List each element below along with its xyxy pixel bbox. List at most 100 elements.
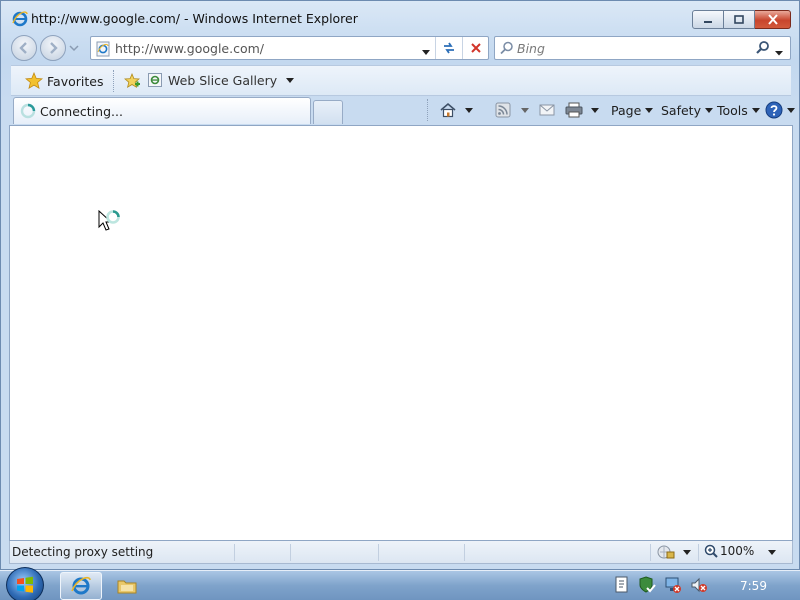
add-to-favorites-bar-button[interactable] bbox=[123, 72, 141, 90]
tab-active[interactable]: Connecting... bbox=[13, 97, 311, 124]
action-center-icon[interactable] bbox=[614, 576, 630, 597]
security-zone-button[interactable] bbox=[657, 544, 691, 560]
busy-spinner-icon bbox=[20, 103, 36, 122]
add-favorite-icon bbox=[123, 72, 141, 89]
tools-menu-label: Tools bbox=[717, 102, 748, 118]
maximize-icon bbox=[734, 14, 744, 24]
title-bar[interactable]: http://www.google.com/ - Windows Interne… bbox=[1, 1, 799, 35]
chevron-down-icon bbox=[591, 107, 599, 113]
forward-icon bbox=[50, 42, 58, 54]
web-slice-icon bbox=[148, 73, 162, 87]
ie-icon bbox=[71, 576, 91, 595]
refresh-icon bbox=[443, 42, 454, 54]
search-box[interactable] bbox=[494, 36, 791, 60]
status-separator bbox=[464, 544, 465, 561]
back-button[interactable] bbox=[11, 35, 37, 61]
network-icon[interactable] bbox=[664, 576, 682, 597]
mail-icon bbox=[539, 104, 555, 116]
help-icon bbox=[765, 101, 783, 119]
zone-icon bbox=[657, 545, 675, 559]
busy-cursor-icon bbox=[98, 209, 124, 241]
chevron-down-icon bbox=[704, 107, 713, 113]
address-bar[interactable]: http://www.google.com/ bbox=[90, 36, 489, 60]
status-text: Detecting proxy setting bbox=[12, 545, 154, 559]
taskbar-windows-explorer[interactable] bbox=[106, 572, 148, 600]
chevron-down-icon bbox=[751, 107, 760, 113]
start-button[interactable] bbox=[6, 567, 44, 600]
window-title: http://www.google.com/ - Windows Interne… bbox=[31, 11, 358, 26]
chevron-down-icon bbox=[683, 549, 691, 555]
zoom-button[interactable]: 100% bbox=[704, 544, 754, 558]
safety-menu-label: Safety bbox=[661, 102, 701, 118]
caption-buttons bbox=[692, 10, 791, 29]
favorites-label: Favorites bbox=[47, 73, 104, 89]
security-shield-icon[interactable] bbox=[638, 575, 656, 597]
print-button[interactable] bbox=[565, 99, 599, 121]
zoom-icon bbox=[704, 544, 718, 558]
feeds-button[interactable] bbox=[495, 99, 529, 121]
forward-button[interactable] bbox=[40, 35, 66, 61]
refresh-button[interactable] bbox=[436, 37, 461, 59]
status-separator bbox=[290, 544, 291, 561]
chevron-down-icon bbox=[521, 107, 529, 113]
search-options-dropdown-icon[interactable] bbox=[775, 45, 783, 59]
new-tab-button[interactable] bbox=[313, 100, 343, 124]
address-url[interactable]: http://www.google.com/ bbox=[115, 41, 264, 56]
taskbar-internet-explorer[interactable] bbox=[60, 572, 102, 600]
search-button[interactable] bbox=[755, 40, 773, 56]
status-separator bbox=[698, 544, 699, 561]
maximize-button[interactable] bbox=[724, 10, 755, 29]
ie-icon bbox=[11, 10, 29, 28]
page-menu-label: Page bbox=[611, 102, 642, 118]
chevron-down-icon bbox=[645, 107, 654, 113]
recent-pages-dropdown-icon[interactable] bbox=[69, 43, 79, 53]
page-content[interactable] bbox=[9, 125, 793, 541]
star-icon bbox=[25, 72, 43, 90]
chevron-down-icon bbox=[286, 77, 295, 83]
read-mail-button[interactable] bbox=[539, 99, 555, 121]
page-menu[interactable]: Page bbox=[611, 99, 654, 121]
volume-muted-icon[interactable] bbox=[690, 576, 708, 597]
safety-menu[interactable]: Safety bbox=[661, 99, 713, 121]
search-input[interactable] bbox=[517, 40, 747, 56]
tools-menu[interactable]: Tools bbox=[717, 99, 760, 121]
chevron-down-icon bbox=[465, 107, 473, 113]
status-bar: Detecting proxy setting 100% bbox=[9, 541, 793, 564]
chevron-down-icon bbox=[787, 107, 795, 113]
help-button[interactable] bbox=[765, 99, 795, 121]
minimize-icon bbox=[704, 20, 712, 23]
navigation-bar: http://www.google.com/ bbox=[1, 33, 799, 63]
web-slice-gallery-link[interactable]: Web Slice Gallery bbox=[147, 72, 295, 88]
print-icon bbox=[565, 102, 583, 118]
home-button[interactable] bbox=[439, 99, 473, 121]
folder-icon bbox=[117, 580, 137, 594]
command-divider bbox=[427, 99, 428, 121]
close-button[interactable] bbox=[755, 10, 791, 29]
feeds-icon bbox=[495, 102, 511, 118]
favorites-bar: Favorites Web Slice Gallery bbox=[11, 65, 791, 96]
tab-row: Connecting... Page Safety Tools bbox=[11, 97, 795, 125]
tab-label: Connecting... bbox=[40, 104, 123, 119]
status-separator bbox=[234, 544, 235, 561]
back-icon bbox=[19, 42, 27, 54]
search-icon bbox=[756, 41, 769, 54]
search-provider-icon bbox=[500, 41, 514, 58]
favorites-button[interactable]: Favorites bbox=[25, 72, 103, 90]
taskbar-clock[interactable]: 7:59 bbox=[740, 579, 767, 593]
address-dropdown-icon[interactable] bbox=[421, 45, 431, 59]
stop-icon bbox=[470, 43, 481, 53]
close-icon bbox=[767, 14, 778, 25]
taskbar: 7:59 bbox=[0, 567, 800, 600]
stop-button[interactable] bbox=[463, 37, 488, 59]
zoom-dropdown-icon[interactable] bbox=[768, 550, 776, 555]
status-separator bbox=[650, 544, 651, 561]
notification-area bbox=[614, 575, 708, 597]
favorites-divider bbox=[113, 70, 114, 92]
web-slice-gallery-label: Web Slice Gallery bbox=[168, 72, 278, 88]
home-icon bbox=[440, 102, 456, 118]
zoom-level: 100% bbox=[720, 544, 755, 558]
status-separator bbox=[378, 544, 379, 561]
windows-logo-icon bbox=[17, 576, 33, 593]
page-icon bbox=[95, 41, 111, 57]
minimize-button[interactable] bbox=[692, 10, 724, 29]
